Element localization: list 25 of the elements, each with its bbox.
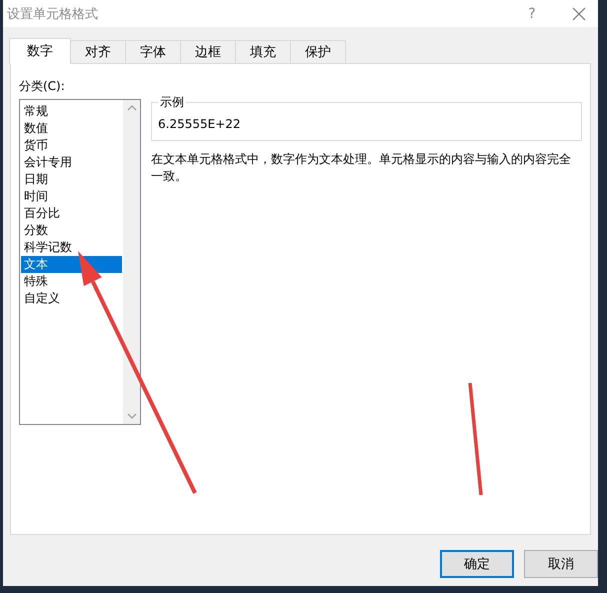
category-item[interactable]: 日期 <box>21 171 122 188</box>
category-item[interactable]: 分数 <box>21 222 122 239</box>
tab[interactable]: 保护 <box>290 40 346 63</box>
category-item[interactable]: 时间 <box>21 188 122 205</box>
category-item[interactable]: 特殊 <box>21 273 122 290</box>
category-item[interactable]: 科学记数 <box>21 239 122 256</box>
category-label: 分类(C): <box>19 78 66 95</box>
category-item[interactable]: 自定义 <box>21 290 122 307</box>
sample-value: 6.25555E+22 <box>158 116 242 131</box>
category-item[interactable]: 文本 <box>21 256 122 273</box>
category-item[interactable]: 货币 <box>21 137 122 154</box>
scrollbar[interactable] <box>123 100 140 424</box>
category-item[interactable]: 百分比 <box>21 205 122 222</box>
scroll-up-icon[interactable] <box>126 104 136 112</box>
cancel-button[interactable]: 取消 <box>524 550 598 578</box>
category-item[interactable]: 常规 <box>21 103 122 120</box>
sample-label: 示例 <box>159 94 185 111</box>
description: 在文本单元格格式中，数字作为文本处理。单元格显示的内容与输入的内容完全一致。 <box>151 151 572 185</box>
scroll-down-icon[interactable] <box>126 412 136 420</box>
ok-button[interactable]: 确定 <box>440 550 514 578</box>
category-item[interactable]: 会计专用 <box>21 154 122 171</box>
tab[interactable]: 数字 <box>9 38 71 64</box>
close-icon[interactable] <box>572 6 586 20</box>
window-title: 设置单元格格式 <box>7 6 99 22</box>
category-item[interactable]: 数值 <box>21 120 122 137</box>
